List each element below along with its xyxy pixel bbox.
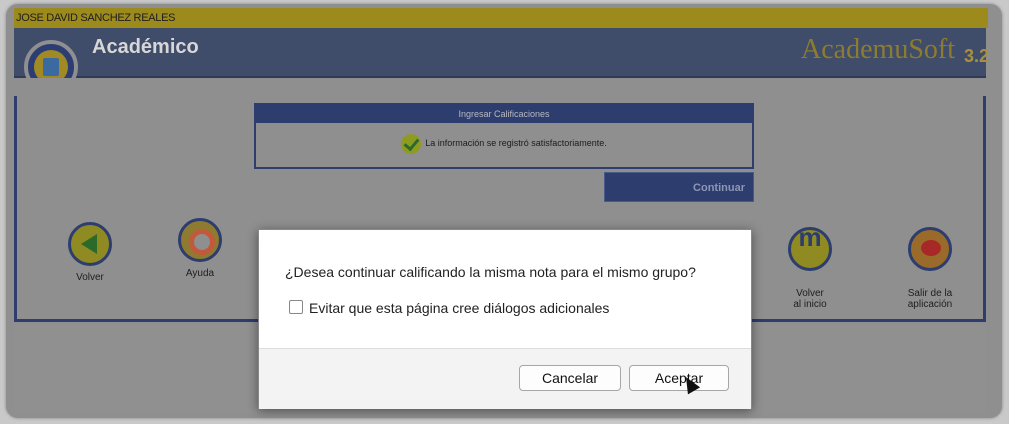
exit-button[interactable]: Salir de la aplicación (888, 216, 972, 310)
brand-version: 3.2 (963, 46, 989, 66)
message-body: La información se registró satisfactoria… (256, 123, 752, 163)
exit-icon (908, 227, 952, 271)
confirm-dialog: ¿Desea continuar calificando la misma no… (258, 229, 752, 409)
dialog-footer: Cancelar Aceptar (259, 348, 751, 409)
cancel-button[interactable]: Cancelar (519, 365, 621, 391)
dialog-question: ¿Desea continuar calificando la misma no… (285, 264, 696, 280)
message-panel: Ingresar Calificaciones La información s… (254, 103, 754, 169)
lifebuoy-icon (178, 218, 222, 262)
check-icon (401, 133, 422, 154)
exit-label: Salir de la aplicación (907, 288, 953, 310)
suppress-dialogs-checkbox[interactable] (289, 300, 303, 314)
arrow-left-icon (68, 222, 112, 266)
brand-logo: AcademuSoft (801, 34, 955, 65)
accept-button[interactable]: Aceptar (629, 365, 729, 391)
message-title: Ingresar Calificaciones (256, 105, 752, 123)
help-button[interactable]: Ayuda (162, 218, 238, 279)
section-title: Académico (92, 36, 199, 58)
user-name-bar: JOSE DAVID SANCHEZ REALES (14, 8, 988, 28)
help-label: Ayuda (185, 268, 215, 279)
suppress-dialogs-label: Evitar que esta página cree diálogos adi… (309, 300, 610, 316)
back-button[interactable]: Volver (52, 222, 128, 283)
suppress-dialogs-option[interactable]: Evitar que esta página cree diálogos adi… (289, 300, 609, 316)
home-m-icon (788, 227, 832, 271)
message-text: La información se registró satisfactoria… (425, 138, 607, 148)
home-label: Volver al inicio (793, 288, 827, 310)
continue-button[interactable]: Continuar (604, 172, 754, 202)
back-label: Volver (76, 272, 104, 283)
home-button[interactable]: Volver al inicio (770, 216, 850, 310)
